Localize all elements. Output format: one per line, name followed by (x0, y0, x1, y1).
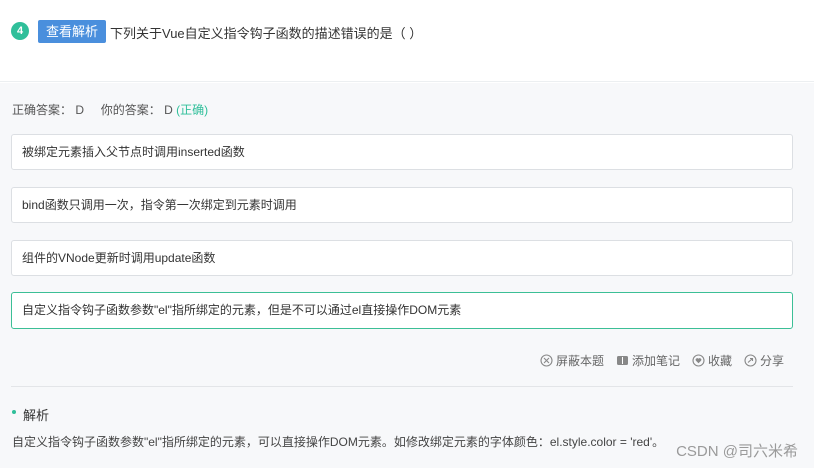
your-answer-label: 你的答案： (100, 103, 161, 117)
share-label: 分享 (759, 354, 784, 368)
question-actions: 屏蔽本题 添加笔记 收藏 分享 (540, 352, 784, 369)
answer-status: (正确) (176, 103, 209, 117)
analysis-text: 自定义指令钩子函数参数"el"指所绑定的元素，可以直接操作DOM元素。如修改绑定… (12, 435, 665, 449)
your-answer-value: D (164, 103, 173, 117)
add-note-button[interactable]: 添加笔记 (616, 352, 680, 369)
analysis-bullet (12, 410, 16, 414)
block-question-label: 屏蔽本题 (555, 354, 604, 368)
csdn-watermark: CSDN @司六米希 (676, 443, 798, 460)
heart-icon (692, 354, 705, 367)
option-d[interactable]: 自定义指令钩子函数参数"el"指所绑定的元素，但是不可以通过el直接操作DOM元… (11, 292, 793, 329)
block-question-button[interactable]: 屏蔽本题 (540, 352, 604, 369)
note-icon (616, 356, 628, 365)
add-note-label: 添加笔记 (631, 354, 680, 368)
question-number-badge: 4 (11, 22, 29, 40)
block-icon (540, 354, 553, 367)
option-c[interactable]: 组件的VNode更新时调用update函数 (11, 240, 793, 276)
option-a[interactable]: 被绑定元素插入父节点时调用inserted函数 (11, 134, 793, 170)
section-divider (11, 386, 793, 387)
correct-answer-label: 正确答案： (12, 103, 73, 117)
question-header: 4 查看解析 下列关于Vue自定义指令钩子函数的描述错误的是（ ） (0, 0, 814, 82)
view-analysis-button[interactable]: 查看解析 (38, 20, 107, 43)
answer-summary: 正确答案： D 你的答案： D (正确) (12, 101, 208, 118)
favorite-label: 收藏 (707, 354, 732, 368)
favorite-button[interactable]: 收藏 (692, 352, 732, 369)
correct-answer-value: D (75, 103, 85, 117)
share-button[interactable]: 分享 (744, 352, 784, 369)
analysis-title: 解析 (23, 408, 50, 423)
share-icon (744, 354, 757, 367)
option-b[interactable]: bind函数只调用一次，指令第一次绑定到元素时调用 (11, 187, 793, 223)
question-text: 下列关于Vue自定义指令钩子函数的描述错误的是（ ） (110, 26, 423, 41)
